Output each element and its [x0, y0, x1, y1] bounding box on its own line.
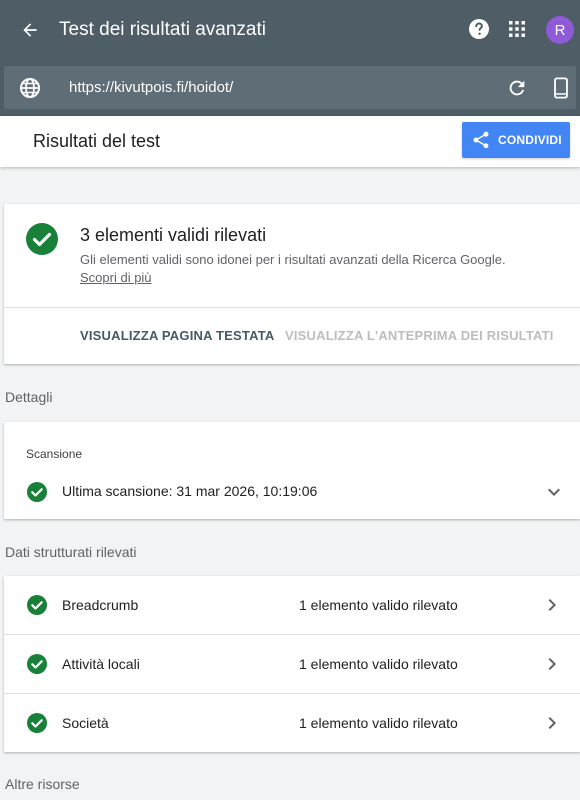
- smartphone-icon: [554, 77, 568, 99]
- summary-description: Gli elementi validi sono idonei per i ri…: [80, 252, 506, 267]
- item-name: Società: [62, 715, 109, 731]
- chevron-right-icon: [548, 599, 556, 611]
- check-circle-icon: [27, 482, 47, 502]
- divider: [4, 307, 580, 308]
- check-circle-icon: [26, 223, 58, 255]
- check-circle-icon: [27, 654, 47, 674]
- item-name: Breadcrumb: [62, 597, 139, 613]
- item-name: Attività locali: [62, 656, 140, 672]
- chevron-right-icon: [548, 658, 556, 670]
- item-status: 1 elemento valido rilevato: [299, 597, 458, 613]
- chevron-down-icon: [548, 488, 560, 496]
- summary-title: 3 elementi validi rilevati: [80, 225, 267, 245]
- globe-icon: [20, 78, 40, 98]
- reload-button[interactable]: [504, 75, 530, 101]
- structured-item-organization[interactable]: Società 1 elemento valido rilevato: [4, 693, 580, 751]
- reload-icon: [509, 80, 525, 96]
- tested-url: https://kivutpois.fi/hoidot/: [69, 79, 234, 96]
- app-title: Test dei risultati avanzati: [59, 19, 266, 40]
- structured-data-section-label: Dati strutturati rilevati: [5, 544, 137, 560]
- share-label: CONDIVIDI: [498, 133, 562, 147]
- check-circle-icon: [27, 595, 47, 615]
- results-header: Risultati del test CONDIVIDI: [0, 116, 580, 167]
- details-section-label: Dettagli: [5, 389, 53, 405]
- scan-row[interactable]: Ultima scansione: 31 mar 2026, 10:19:06: [4, 474, 580, 510]
- learn-more-link[interactable]: Scopri di più: [80, 268, 152, 287]
- item-status: 1 elemento valido rilevato: [299, 715, 458, 731]
- page-title: Risultati del test: [33, 131, 161, 151]
- structured-item-local-business[interactable]: Attività locali 1 elemento valido rileva…: [4, 634, 580, 692]
- help-icon: [469, 19, 489, 39]
- view-results-preview-button[interactable]: VISUALIZZA L'ANTEPRIMA DEI RISULTATI: [285, 328, 554, 343]
- view-tested-page-button[interactable]: VISUALIZZA PAGINA TESTATA: [80, 328, 274, 343]
- arrow-back-icon: [23, 23, 37, 37]
- apps-grid-icon: [509, 21, 525, 37]
- top-bar: Test dei risultati avanzati R: [0, 0, 580, 60]
- url-bar: https://kivutpois.fi/hoidot/: [4, 66, 576, 109]
- back-button[interactable]: [14, 14, 46, 46]
- chevron-right-icon: [548, 717, 556, 729]
- item-status: 1 elemento valido rilevato: [299, 656, 458, 672]
- help-button[interactable]: [466, 16, 492, 42]
- app-bar: Test dei risultati avanzati R https://ki…: [0, 0, 580, 116]
- structured-item-breadcrumb[interactable]: Breadcrumb 1 elemento valido rilevato: [4, 576, 580, 634]
- summary-card: 3 elementi validi rilevati Gli elementi …: [4, 204, 580, 364]
- share-icon: [473, 131, 489, 149]
- structured-data-card: Breadcrumb 1 elemento valido rilevato At…: [4, 576, 580, 752]
- apps-button[interactable]: [504, 16, 530, 42]
- scan-title: Scansione: [26, 447, 83, 461]
- device-toggle-button[interactable]: [548, 75, 574, 101]
- account-avatar[interactable]: R: [546, 16, 574, 44]
- last-scan-text: Ultima scansione: 31 mar 2026, 10:19:06: [62, 483, 318, 499]
- share-button[interactable]: CONDIVIDI: [462, 122, 570, 158]
- check-circle-icon: [27, 713, 47, 733]
- scan-card: Scansione Ultima scansione: 31 mar 2026,…: [4, 422, 580, 519]
- other-resources-section-label: Altre risorse: [5, 776, 80, 792]
